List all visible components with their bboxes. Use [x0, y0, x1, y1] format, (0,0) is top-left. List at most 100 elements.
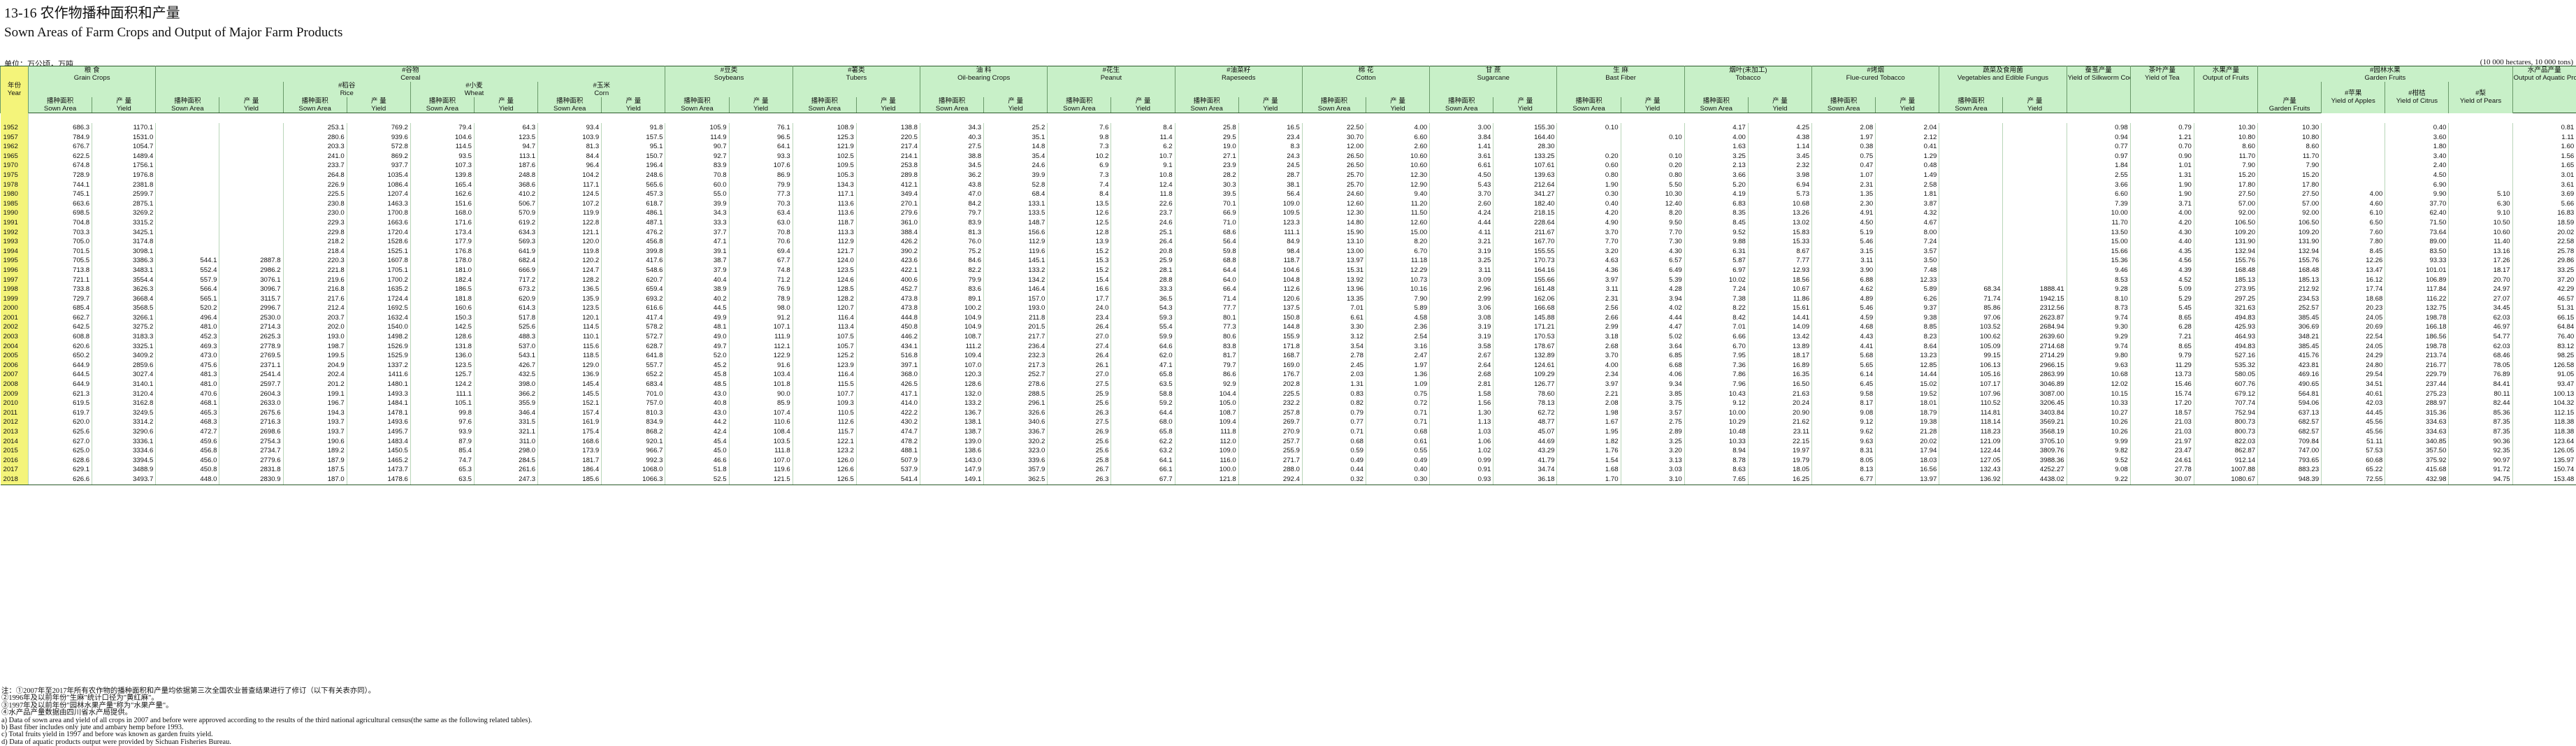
data-cell: 8.23 — [1876, 332, 1939, 342]
data-cell: 2.64 — [1430, 361, 1493, 371]
data-cell: 66.4 — [1175, 285, 1238, 294]
data-cell — [219, 208, 283, 218]
header-en: Peanut — [1048, 74, 1173, 82]
data-cell: 4.06 — [1621, 370, 1684, 380]
data-cell: 65.8 — [1111, 370, 1175, 380]
data-cell: 349.4 — [856, 189, 920, 199]
data-cell: 109.20 — [2258, 228, 2322, 238]
year-cell: 1992 — [1, 228, 29, 238]
data-cell: 966.7 — [602, 446, 665, 456]
header-cn: 产 量 — [1494, 97, 1556, 105]
data-cell: 552.4 — [156, 266, 219, 275]
header-en: Grain Crops — [29, 74, 154, 82]
data-cell: 2.67 — [1430, 351, 1493, 361]
data-cell — [219, 133, 283, 143]
header-en: Yield — [602, 105, 664, 113]
data-cell: 4.52 — [2130, 275, 2194, 285]
data-cell — [219, 152, 283, 162]
data-cell: 123.5 — [410, 361, 474, 371]
header-cn: 产 量 — [1367, 97, 1428, 105]
data-cell: 3394.5 — [92, 456, 156, 466]
single-col-header — [2067, 97, 2130, 113]
data-cell: 102.5 — [793, 152, 856, 162]
data-cell: 8.22 — [1684, 303, 1748, 313]
data-cell: 464.93 — [2194, 332, 2257, 342]
cereal-total-header — [156, 82, 283, 97]
data-cell: 132.43 — [1939, 465, 2003, 475]
yield-header: 产 量Yield — [219, 97, 283, 113]
data-cell: 0.71 — [1366, 408, 1430, 418]
data-cell: 68.6 — [1175, 228, 1238, 238]
data-cell: 113.6 — [793, 208, 856, 218]
data-cell: 87.35 — [2449, 427, 2512, 437]
data-cell: 125.7 — [410, 370, 474, 380]
data-cell: 220.5 — [856, 133, 920, 143]
data-cell: 123.5 — [793, 266, 856, 275]
data-cell: 62.40 — [2385, 208, 2449, 218]
table-row: 2006644.92859.6475.62371.1204.91337.2123… — [1, 361, 2576, 371]
data-cell: 131.90 — [2194, 237, 2257, 247]
data-cell: 619.2 — [474, 218, 537, 228]
data-cell: 104.9 — [920, 313, 984, 323]
data-cell: 93.9 — [410, 427, 474, 437]
data-cell: 4.47 — [1621, 322, 1684, 332]
single-col-header — [2512, 97, 2576, 113]
data-cell: 18.03 — [1876, 456, 1939, 466]
data-cell: 619.7 — [29, 408, 92, 418]
data-cell: 10.27 — [2067, 408, 2130, 418]
data-cell: 1463.3 — [347, 199, 410, 209]
data-cell: 103.52 — [1939, 322, 2003, 332]
header-cn: #柑桔 — [2386, 89, 2447, 97]
data-cell: 10.7 — [1111, 152, 1175, 162]
data-cell: 3569.21 — [2003, 417, 2067, 427]
data-cell: 187.9 — [283, 456, 347, 466]
year-cell: 2011 — [1, 408, 29, 418]
data-cell: 5.65 — [1812, 361, 1876, 371]
data-cell: 13.47 — [2322, 266, 2385, 275]
data-cell: 12.93 — [1748, 266, 1811, 275]
data-cell: 607.76 — [2194, 380, 2257, 389]
data-cell: 6.26 — [1876, 294, 1939, 304]
yield-header: 产 量Yield — [856, 97, 920, 113]
data-cell: 10.16 — [1366, 285, 1430, 294]
data-cell: 0.55 — [1366, 446, 1430, 456]
data-cell: 73.64 — [2385, 228, 2449, 238]
data-cell: 135.97 — [2512, 456, 2576, 466]
table-row: 1970674.81756.1233.7937.7107.3187.696.41… — [1, 161, 2576, 171]
data-cell: 30.07 — [2130, 475, 2194, 485]
header-cn: 产 量 — [220, 97, 282, 105]
data-cell: 2.36 — [1366, 322, 1430, 332]
data-cell: 15.00 — [1366, 228, 1430, 238]
data-cell: 27.0 — [1048, 332, 1111, 342]
data-cell: 112.9 — [793, 237, 856, 247]
data-cell: 115.6 — [538, 342, 602, 352]
data-cell — [1939, 218, 2003, 228]
data-cell: 116.0 — [1175, 456, 1238, 466]
data-cell: 87.35 — [2449, 417, 2512, 427]
data-cell: 3.70 — [1557, 351, 1621, 361]
data-cell: 15.4 — [1048, 275, 1111, 285]
data-cell: 37.7 — [665, 228, 729, 238]
data-cell: 10.60 — [1366, 161, 1430, 171]
data-cell: 24.29 — [2322, 351, 2385, 361]
data-cell: 120.1 — [538, 313, 602, 323]
data-cell: 494.83 — [2194, 313, 2257, 323]
data-cell: 8.45 — [2322, 247, 2385, 257]
data-cell: 7.24 — [1876, 237, 1939, 247]
group-header: #谷物Cereal — [156, 66, 665, 83]
data-cell: 38.9 — [665, 285, 729, 294]
data-cell: 90.7 — [665, 142, 729, 152]
year-cell: 1957 — [1, 133, 29, 143]
data-cell: 18.05 — [1748, 465, 1811, 475]
header-cn: 播种面积 — [1048, 97, 1110, 105]
yield-header: 产 量Yield — [92, 97, 156, 113]
data-cell: 62.03 — [2449, 342, 2512, 352]
data-cell — [2449, 161, 2512, 171]
data-cell: 8.45 — [1684, 218, 1748, 228]
data-cell: 170.53 — [1493, 332, 1557, 342]
data-cell: 24.3 — [1238, 152, 1302, 162]
data-cell: 289.8 — [856, 171, 920, 180]
data-cell: 622.5 — [29, 152, 92, 162]
data-cell: 104.6 — [1238, 266, 1302, 275]
data-cell: 28.7 — [1238, 171, 1302, 180]
